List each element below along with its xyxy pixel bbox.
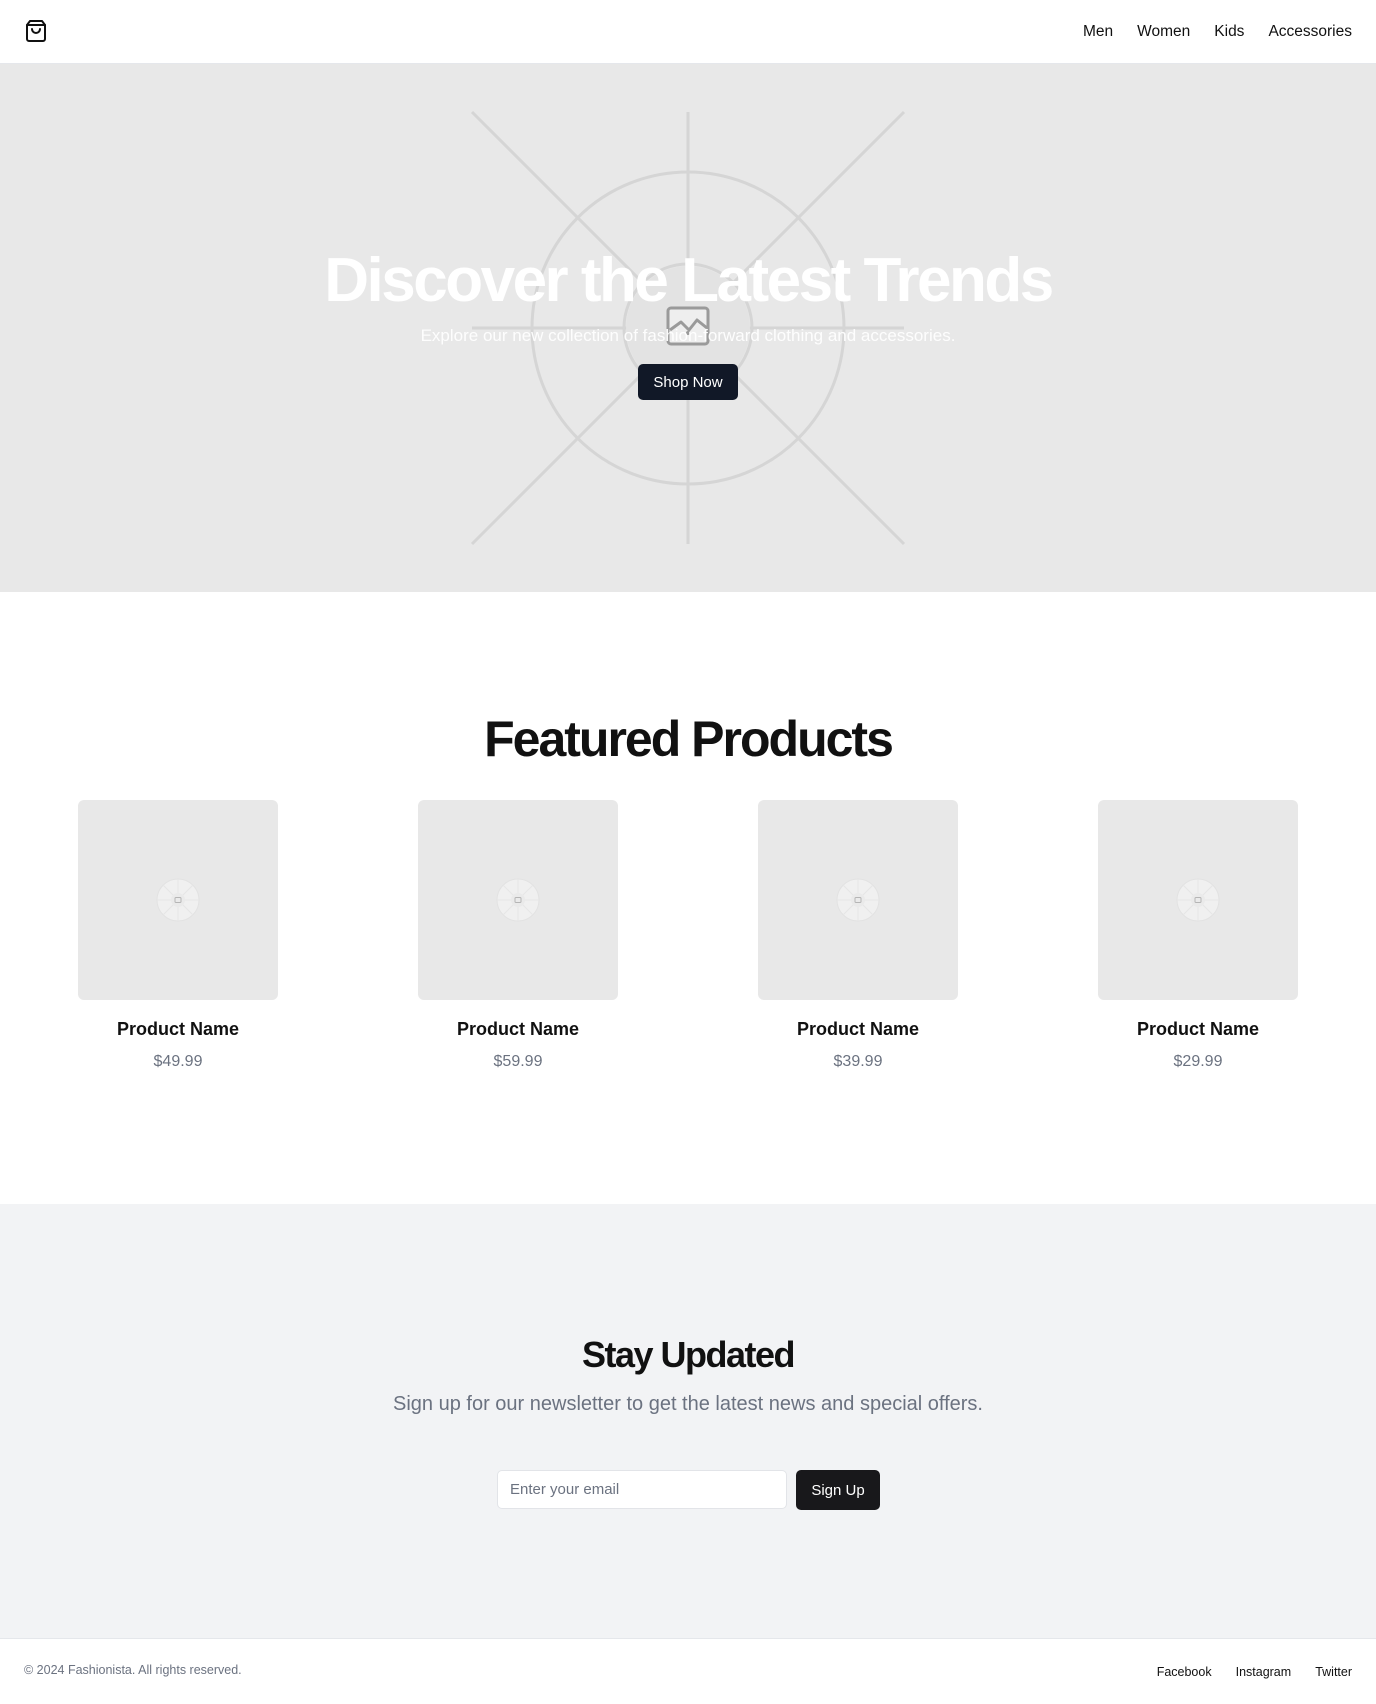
hero-title: Discover the Latest Trends — [324, 246, 1054, 315]
nav-link-accessories[interactable]: Accessories — [1268, 23, 1352, 41]
copyright-text: © 2024 Fashionista. All rights reserved. — [24, 1663, 242, 1677]
product-image[interactable] — [1098, 800, 1298, 1000]
product-name[interactable]: Product Name — [78, 1019, 278, 1040]
shop-now-button[interactable]: Shop Now — [638, 364, 738, 400]
featured-products-title: Featured Products — [484, 711, 894, 767]
hero-subtitle: Explore our new collection of fashion-fo… — [420, 326, 956, 345]
newsletter-section: Stay Updated Sign up for our newsletter … — [0, 1204, 1376, 1638]
instagram-link[interactable]: Instagram — [1236, 1665, 1292, 1679]
product-name[interactable]: Product Name — [1098, 1019, 1298, 1040]
product-price: $49.99 — [153, 1053, 203, 1070]
product-card[interactable]: Product Name $29.99 — [1098, 800, 1298, 1071]
product-image[interactable] — [758, 800, 958, 1000]
product-image[interactable] — [78, 800, 278, 1000]
nav-link-women[interactable]: Women — [1137, 23, 1190, 41]
image-placeholder-icon — [496, 878, 540, 922]
nav-link-kids[interactable]: Kids — [1214, 23, 1244, 41]
social-links: Facebook Instagram Twitter — [1157, 1639, 1352, 1704]
hero-section: Discover the Latest Trends Explore our n… — [0, 64, 1376, 592]
main-nav: Men Women Kids Accessories — [1083, 0, 1352, 64]
product-price: $29.99 — [1173, 1053, 1223, 1070]
image-placeholder-icon — [1176, 878, 1220, 922]
shopping-bag-icon[interactable] — [24, 19, 48, 43]
twitter-link[interactable]: Twitter — [1315, 1665, 1352, 1679]
facebook-link[interactable]: Facebook — [1157, 1665, 1212, 1679]
image-placeholder-icon — [836, 878, 880, 922]
nav-link-men[interactable]: Men — [1083, 23, 1113, 41]
product-card[interactable]: Product Name $59.99 — [418, 800, 618, 1071]
product-name[interactable]: Product Name — [418, 1019, 618, 1040]
sign-up-button[interactable]: Sign Up — [796, 1470, 880, 1510]
product-price: $59.99 — [493, 1053, 543, 1070]
site-header: Men Women Kids Accessories — [0, 0, 1376, 64]
product-image[interactable] — [418, 800, 618, 1000]
product-price: $39.99 — [833, 1053, 883, 1070]
product-card[interactable]: Product Name $39.99 — [758, 800, 958, 1071]
image-placeholder-icon — [156, 878, 200, 922]
site-footer: © 2024 Fashionista. All rights reserved.… — [0, 1638, 1376, 1703]
newsletter-title: Stay Updated — [581, 1334, 796, 1375]
product-name[interactable]: Product Name — [758, 1019, 958, 1040]
newsletter-description: Sign up for our newsletter to get the la… — [393, 1393, 983, 1415]
email-input[interactable] — [497, 1470, 787, 1509]
product-card[interactable]: Product Name $49.99 — [78, 800, 278, 1071]
